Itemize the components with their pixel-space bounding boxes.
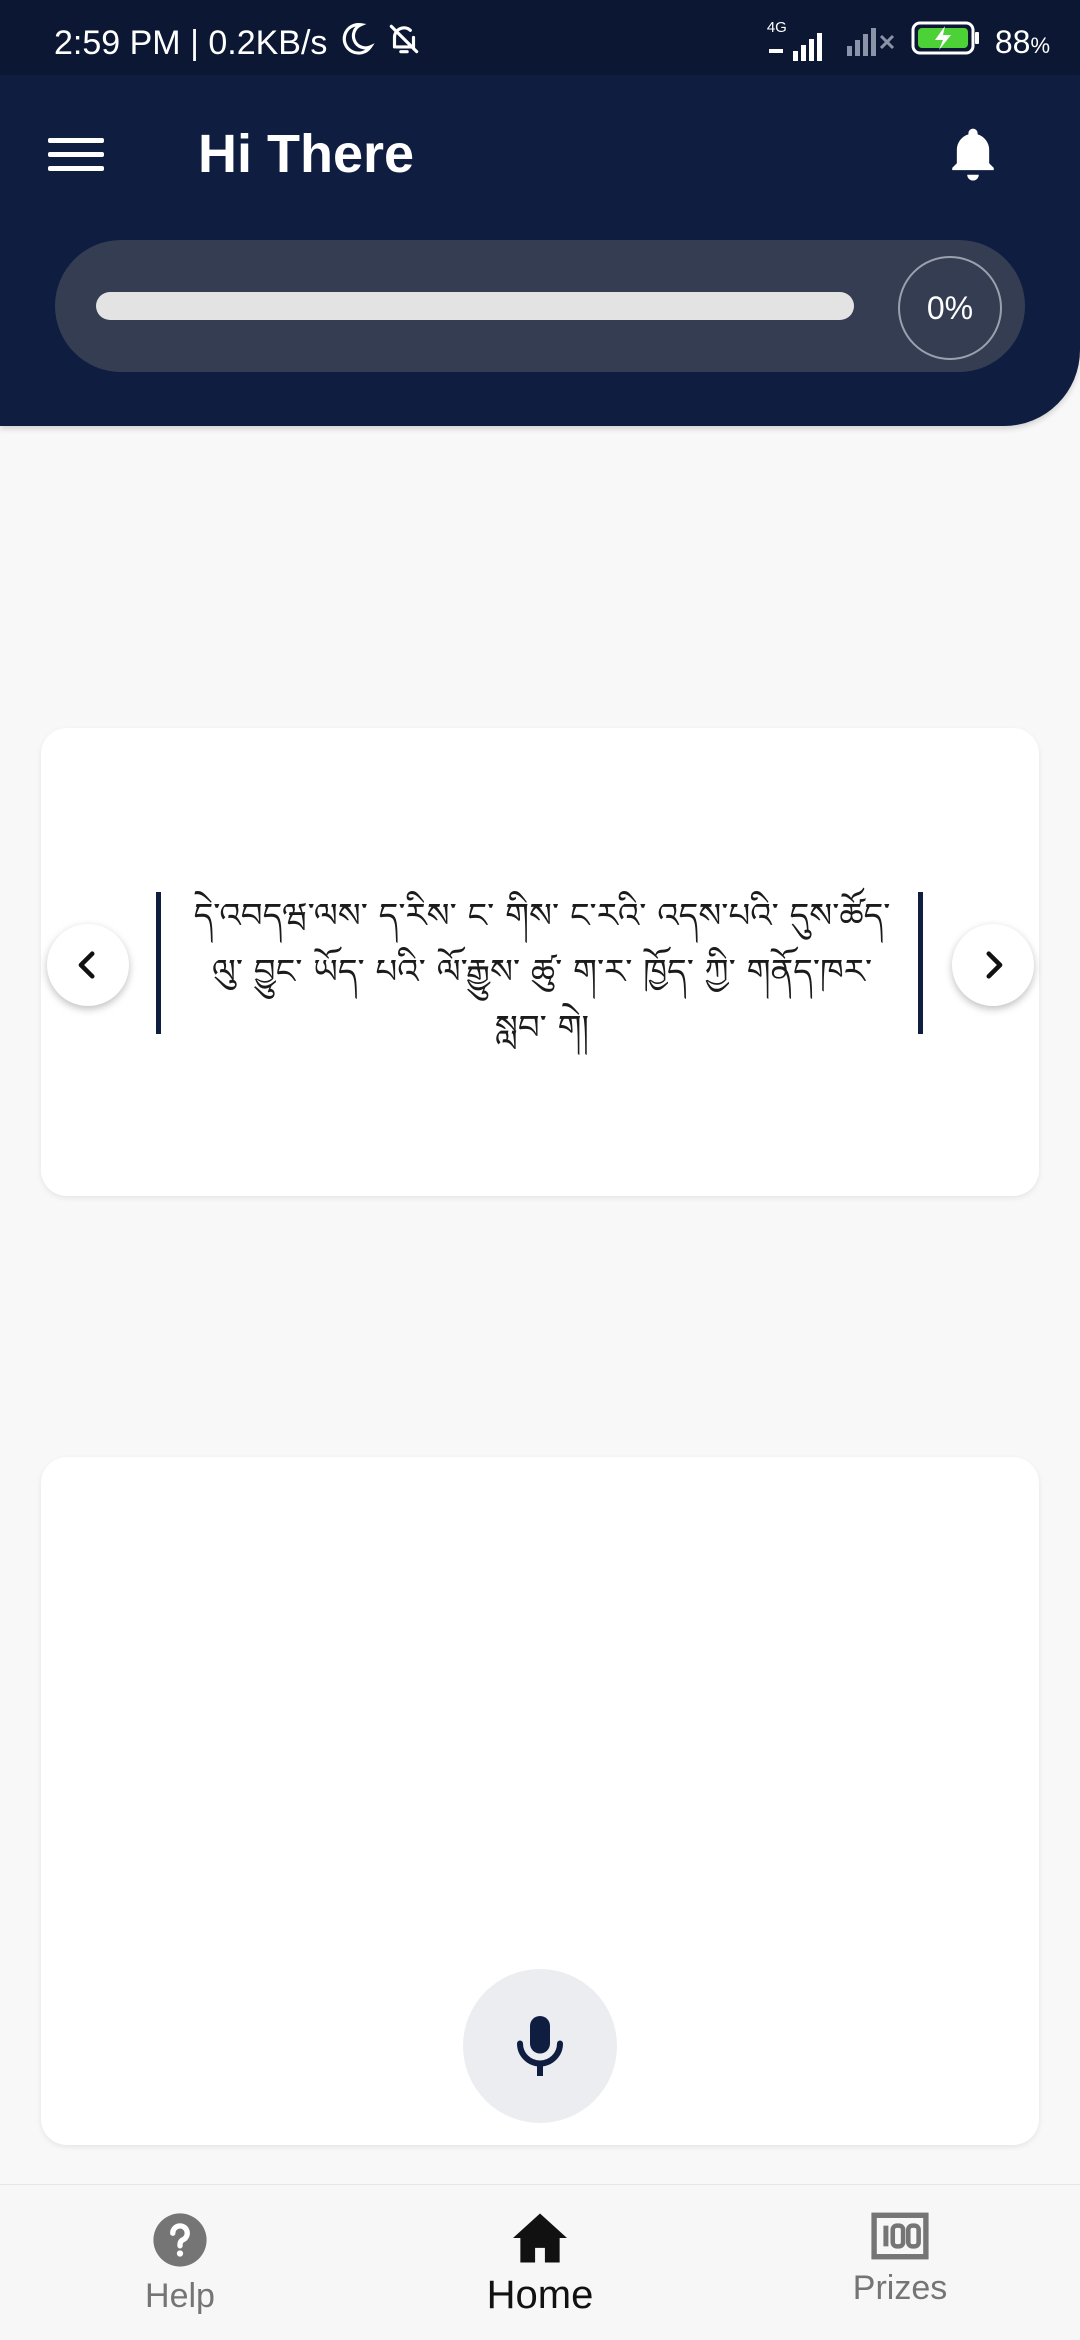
menu-icon-line <box>48 151 104 157</box>
status-left: 2:59 PM | 0.2KB/s <box>54 20 423 67</box>
progress-panel: 0% <box>55 240 1025 372</box>
nav-home[interactable]: Home <box>360 2185 720 2340</box>
bell-off-icon <box>385 20 423 67</box>
menu-icon-line <box>48 137 104 143</box>
menu-button[interactable] <box>40 121 112 187</box>
battery-percent: 88% <box>995 24 1050 61</box>
status-time-speed: 2:59 PM | 0.2KB/s <box>54 24 328 62</box>
next-sentence-button[interactable] <box>952 924 1034 1006</box>
home-icon <box>513 2213 567 2263</box>
progress-bar <box>96 292 854 320</box>
bell-icon <box>952 128 994 181</box>
record-button[interactable] <box>463 1969 617 2123</box>
microphone-icon <box>517 2016 563 2076</box>
status-right: 4G 88% <box>767 18 1050 67</box>
page-title: Hi There <box>198 124 415 184</box>
bottom-navigation: Help Home Prizes <box>0 2184 1080 2340</box>
chevron-right-icon <box>986 951 1003 979</box>
help-circle-icon <box>153 2213 207 2267</box>
status-bar: 2:59 PM | 0.2KB/s 4G 88% <box>0 0 1080 75</box>
sentence-card: དེ་འབདཝ་ལས་ ད་རིས་ ང་ གིས་ ང་རའི་ འདས་པའ… <box>41 728 1039 1196</box>
prizes-icon <box>871 2212 929 2260</box>
percent-sign: % <box>1030 33 1050 58</box>
nav-prizes[interactable]: Prizes <box>720 2185 1080 2340</box>
signal-off-icon <box>843 18 897 67</box>
quote-bar-left <box>156 892 161 1034</box>
nav-help-label: Help <box>145 2277 215 2315</box>
progress-percent: 0% <box>898 256 1002 360</box>
screen: 2:59 PM | 0.2KB/s 4G 88% Hi There 0% དེ་… <box>0 0 1080 2340</box>
battery-value: 88 <box>994 24 1031 60</box>
battery-charging-icon <box>911 20 981 65</box>
app-bar: Hi There <box>0 75 1080 235</box>
nav-help[interactable]: Help <box>0 2185 360 2340</box>
moon-icon <box>337 20 376 67</box>
quote-bar-right <box>918 892 923 1034</box>
notifications-button[interactable] <box>938 119 1008 189</box>
nav-home-label: Home <box>486 2273 594 2317</box>
signal-4g-icon: 4G <box>767 19 829 63</box>
nav-prizes-label: Prizes <box>852 2269 948 2307</box>
sentence-text: དེ་འབདཝ་ལས་ ད་རིས་ ང་ གིས་ ང་རའི་ འདས་པའ… <box>193 896 891 1048</box>
previous-sentence-button[interactable] <box>47 924 129 1006</box>
header: 2:59 PM | 0.2KB/s 4G 88% Hi There 0% <box>0 0 1080 426</box>
menu-icon-line <box>48 165 104 171</box>
chevron-left-icon <box>78 951 95 979</box>
